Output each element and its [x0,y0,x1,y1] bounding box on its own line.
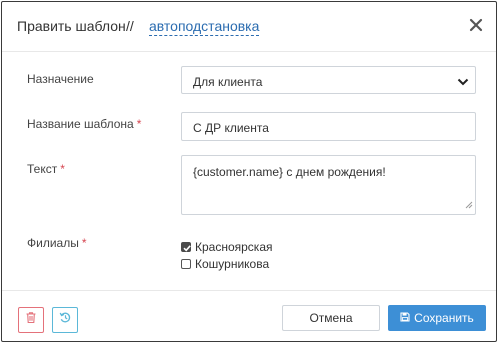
template-name-input[interactable]: С ДР клиента [181,112,476,141]
template-text-textarea[interactable]: {customer.name} с днем рождения! [181,155,476,215]
branches-label: Филиалы * [27,236,87,250]
purpose-select-value: Для клиента [193,75,263,89]
required-mark: * [60,162,65,176]
template-category-link[interactable]: автоподстановка [149,18,260,36]
close-icon[interactable] [466,15,486,35]
branches-checklist: Красноярская Кошурникова [181,238,273,272]
purpose-label: Назначение [27,72,94,86]
required-mark: * [81,236,87,250]
template-text-value: {customer.name} с днем рождения! [193,165,386,179]
purpose-select[interactable]: Для клиента [181,66,476,94]
template-name-value: С ДР клиента [193,121,269,135]
branch-option-koshurnikova[interactable]: Кошурникова [181,255,273,272]
title-separator: // [126,18,134,34]
dialog-header: Править шаблон // автоподстановка [2,2,496,52]
history-button[interactable] [52,307,78,333]
floppy-disk-icon [400,311,414,325]
branch-option-label: Кошурникова [195,256,270,271]
edit-template-dialog: Править шаблон // автоподстановка Назнач… [1,1,497,342]
history-icon [59,311,72,329]
dialog-title: Править шаблон [17,18,126,34]
chevron-down-icon [457,76,469,86]
template-name-label: Название шаблона * [27,117,142,131]
required-mark: * [136,117,142,131]
dialog-footer: Отмена Сохранить [2,290,496,343]
save-button-label: Сохранить [414,311,474,325]
save-button[interactable]: Сохранить [388,305,486,331]
delete-template-button[interactable] [18,307,44,333]
checkbox-checked[interactable] [181,241,191,252]
text-label: Текст * [27,162,65,176]
branch-option-label: Красноярская [195,239,273,254]
cancel-button[interactable]: Отмена [282,305,380,331]
trash-icon [25,311,37,329]
branch-option-krasnoyarskaya[interactable]: Красноярская [181,238,273,255]
cancel-button-label: Отмена [309,311,353,325]
resize-handle[interactable] [465,198,473,212]
checkbox-unchecked[interactable] [181,258,191,269]
